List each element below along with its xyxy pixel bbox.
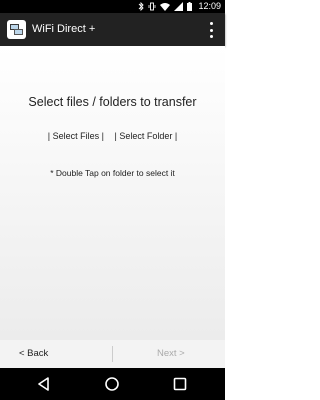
next-button[interactable]: Next > — [113, 340, 225, 368]
hint-text: * Double Tap on folder to select it — [50, 168, 175, 178]
page-headline: Select files / folders to transfer — [28, 95, 197, 109]
select-folder-button[interactable]: | Select Folder | — [111, 131, 182, 141]
app-icon — [7, 20, 26, 39]
status-bar: 12:09 — [0, 0, 225, 13]
overflow-menu-icon[interactable] — [205, 22, 217, 38]
app-bar: WiFi Direct + — [0, 13, 225, 46]
status-icons: 12:09 — [138, 0, 221, 13]
bluetooth-icon — [138, 2, 145, 11]
app-title: WiFi Direct + — [32, 23, 96, 35]
home-circle-icon[interactable] — [104, 376, 120, 392]
status-time: 12:09 — [198, 1, 221, 11]
bottom-bar: < Back Next > — [0, 340, 225, 368]
signal-icon — [174, 2, 184, 11]
navigation-bar — [0, 368, 225, 400]
recents-square-icon[interactable] — [172, 376, 188, 392]
main-content: Select files / folders to transfer | Sel… — [0, 46, 225, 340]
wifi-icon — [160, 2, 171, 11]
back-triangle-icon[interactable] — [36, 376, 52, 392]
vibrate-icon — [148, 2, 156, 11]
select-actions: | Select Files | | Select Folder | — [0, 131, 225, 141]
battery-icon — [187, 2, 193, 11]
back-button[interactable]: < Back — [0, 340, 110, 368]
select-files-button[interactable]: | Select Files | — [44, 131, 108, 141]
